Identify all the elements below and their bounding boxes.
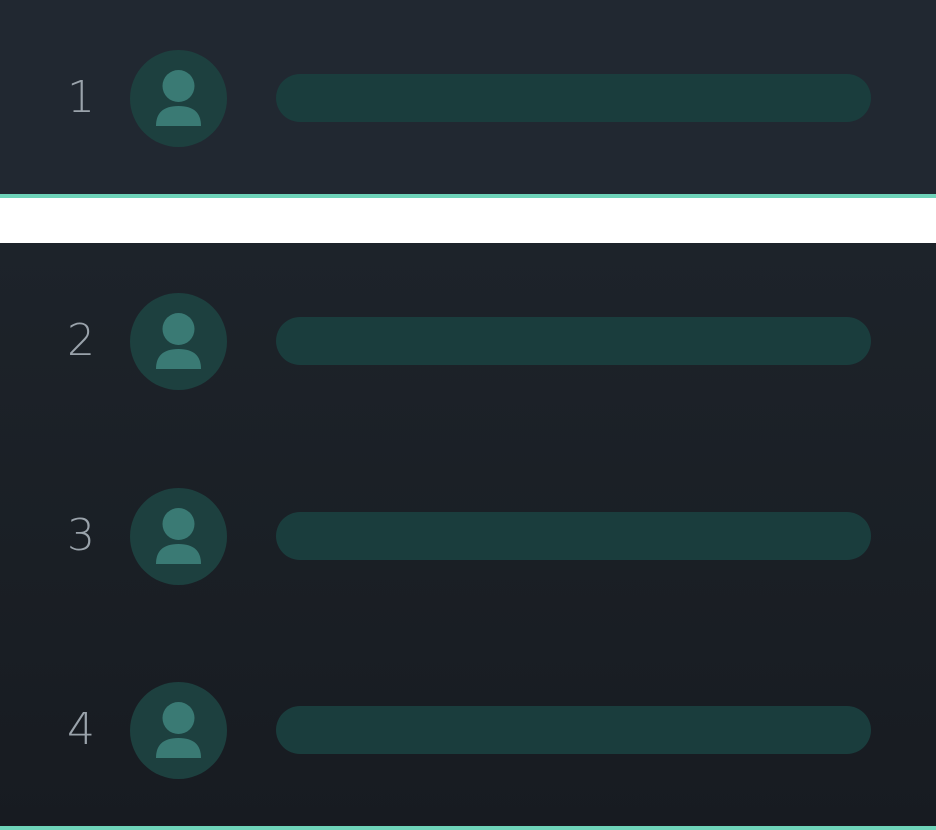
list-item[interactable]: 4 bbox=[0, 680, 936, 780]
name-placeholder-bar bbox=[276, 74, 871, 122]
rank-number: 1 bbox=[67, 72, 95, 123]
avatar bbox=[130, 293, 227, 390]
person-icon bbox=[156, 508, 201, 564]
pinned-row[interactable]: 1 bbox=[0, 0, 936, 198]
person-icon bbox=[156, 313, 201, 369]
leaderboard-screen: 1 2 3 4 bbox=[0, 0, 936, 830]
list-item[interactable]: 1 bbox=[0, 48, 936, 148]
rank-number: 3 bbox=[67, 510, 95, 561]
name-placeholder-bar bbox=[276, 317, 871, 365]
list-item[interactable]: 3 bbox=[0, 486, 936, 586]
list-item[interactable]: 2 bbox=[0, 291, 936, 391]
person-icon bbox=[156, 70, 201, 126]
name-placeholder-bar bbox=[276, 512, 871, 560]
leaderboard-list: 2 3 4 bbox=[0, 243, 936, 830]
name-placeholder-bar bbox=[276, 706, 871, 754]
avatar bbox=[130, 488, 227, 585]
rank-number: 2 bbox=[67, 315, 95, 366]
avatar bbox=[130, 682, 227, 779]
rank-number: 4 bbox=[67, 704, 95, 755]
person-icon bbox=[156, 702, 201, 758]
separator bbox=[0, 198, 936, 243]
avatar bbox=[130, 50, 227, 147]
